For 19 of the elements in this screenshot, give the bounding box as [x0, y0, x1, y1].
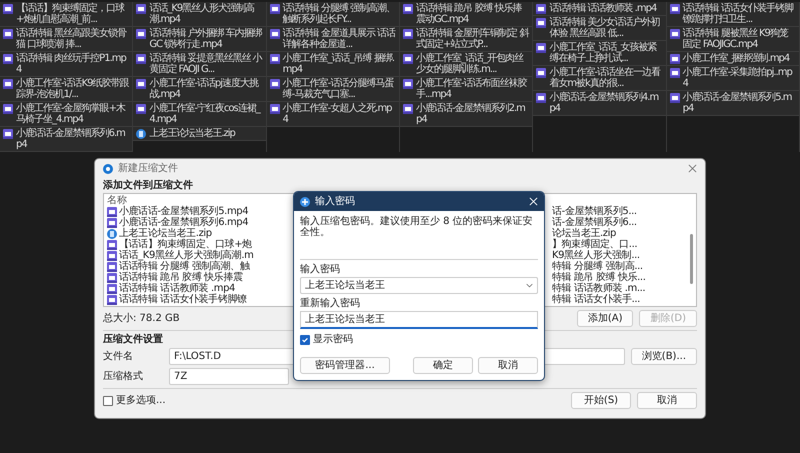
table-cell: 特辑 分腿缚 强制高...	[552, 261, 643, 272]
table-cell: 话-金屋禁锢系列6...	[552, 217, 637, 228]
table-cell: 论坛当老王.zip	[552, 228, 616, 239]
table-cell: 话-金屋禁锢系列5...	[552, 206, 637, 217]
table-cell: 特辑 跪吊 胶缚 快乐...	[552, 272, 646, 283]
field-label: 重新输入密码	[300, 298, 361, 309]
section-heading: 添加文件到压缩文件	[103, 180, 193, 191]
field-label: 压缩格式	[103, 371, 144, 382]
table-cell: 特辑 话话女仆装手...	[552, 294, 640, 305]
table-cell: 特辑 话话教师装 .m...	[552, 283, 646, 294]
field-label: 文件名	[103, 351, 134, 362]
table-cell: K9黑丝人形犬强制...	[552, 250, 640, 261]
prompt-text: 输入压缩包密码。建议使用至少 8 位的密码来保证安全性。	[300, 216, 534, 240]
window-title: 新建压缩文件	[118, 163, 178, 174]
section-heading: 压缩文件设置	[103, 334, 163, 345]
table-cell: 】狗束缚固定、口...	[552, 239, 638, 250]
dialog-title: 输入密码	[315, 196, 355, 207]
field-label: 输入密码	[300, 264, 341, 275]
total-size: 总大小: 78.2 GB	[103, 313, 180, 324]
